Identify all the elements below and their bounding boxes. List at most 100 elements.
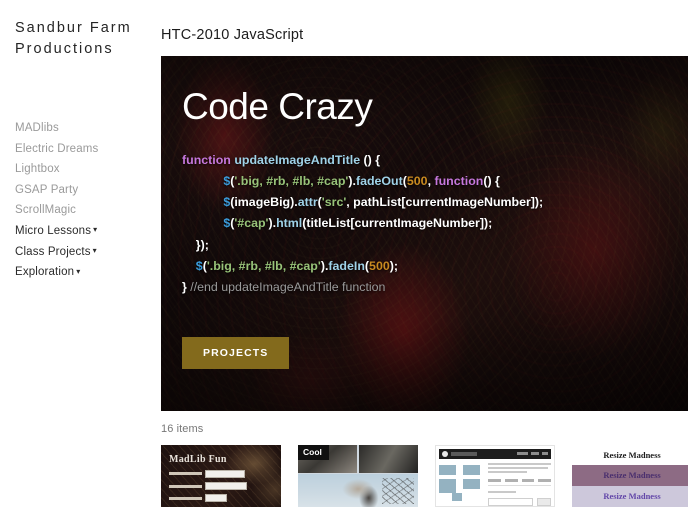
gallery-item-cool[interactable]: Cool: [298, 445, 418, 507]
code-token: fadeIn: [328, 259, 365, 273]
resize-row-3: Resize Madness: [572, 486, 688, 507]
page-title: HTC-2010 JavaScript: [161, 10, 688, 43]
sidebar-item-class-projects[interactable]: Class Projects▾: [15, 242, 155, 263]
code-line: } //end updateImageAndTitle function: [182, 280, 385, 294]
mockup-nav-link: [531, 452, 539, 455]
sidebar-item-gsap-party[interactable]: GSAP Party: [15, 180, 155, 201]
sidebar-item-label: Class Projects: [15, 246, 91, 258]
code-line: $(imageBig).attr('src', pathList[current…: [182, 195, 543, 209]
resize-row-1: Resize Madness: [572, 445, 688, 465]
mockup-submit-button: [537, 498, 551, 506]
gallery-item-madlib-fun[interactable]: MadLib Fun: [161, 445, 281, 507]
mockup-text-line: [488, 471, 527, 473]
code-token: '.big, #rb, #lb, #cap': [234, 174, 348, 188]
sidebar-item-electric-dreams[interactable]: Electric Dreams: [15, 139, 155, 160]
madlib-form-row: [169, 482, 254, 490]
code-line: $('.big, #rb, #lb, #cap').fadeIn(500);: [182, 259, 398, 273]
mockup-block: [439, 465, 456, 475]
mockup-image-grid: [439, 463, 483, 503]
projects-button[interactable]: PROJECTS: [182, 337, 289, 369]
sidebar-item-label: GSAP Party: [15, 184, 78, 196]
gallery-item-resize-madness[interactable]: Resize Madness Resize Madness Resize Mad…: [572, 445, 688, 507]
mockup-nav-link: [542, 452, 548, 455]
mockup-text-column: [488, 463, 551, 503]
sidebar-item-label: ScrollMagic: [15, 204, 76, 216]
items-count-label: 16 items: [161, 423, 688, 435]
madlib-title: MadLib Fun: [169, 454, 227, 465]
mockup-tab: [522, 479, 535, 482]
mockup-tab: [505, 479, 518, 482]
code-token: (titleList[currentImageNumber]);: [302, 216, 492, 230]
mockup-tab: [488, 479, 501, 482]
mockup-block: [463, 465, 480, 475]
sidebar-item-micro-lessons[interactable]: Micro Lessons▾: [15, 221, 155, 242]
code-token: () {: [483, 174, 500, 188]
code-token: function: [434, 174, 483, 188]
madlib-field-input: [205, 494, 227, 502]
sidebar-item-label: Micro Lessons: [15, 225, 91, 237]
cool-bird-shape: [339, 477, 387, 507]
mockup-tab-row: [488, 479, 551, 486]
sidebar-item-label: Lightbox: [15, 163, 60, 175]
resize-row-2: Resize Madness: [572, 465, 688, 486]
code-token: (imageBig).: [230, 195, 297, 209]
madlib-field-label: [169, 485, 202, 488]
hero-banner: Code Crazy function updateImageAndTitle …: [161, 56, 688, 411]
code-line: $('#cap').html(titleList[currentImageNum…: [182, 216, 492, 230]
site-title: Sandbur Farm Productions: [15, 18, 147, 60]
code-token: 'src': [322, 195, 347, 209]
gallery-item-site-mockup[interactable]: [435, 445, 555, 507]
madlib-field-label: [169, 497, 202, 500]
code-line: });: [182, 238, 209, 252]
madlib-field-input: [205, 470, 245, 478]
chevron-down-icon: ▾: [93, 226, 97, 234]
code-token: fadeOut: [356, 174, 403, 188]
code-token: 500: [369, 259, 390, 273]
hero-content: Code Crazy function updateImageAndTitle …: [161, 56, 688, 298]
code-token: '.big, #rb, #lb, #cap': [207, 259, 321, 273]
madlib-form-rows: [169, 470, 254, 507]
code-token: '#cap': [234, 216, 268, 230]
thumbnail-gallery: MadLib Fun Cool: [161, 445, 688, 507]
code-line: $('.big, #rb, #lb, #cap').fadeOut(500, f…: [182, 174, 500, 188]
hero-title: Code Crazy: [182, 86, 688, 128]
code-token: updateImageAndTitle: [234, 153, 360, 167]
code-token: attr: [298, 195, 318, 209]
mockup-footer-row: [488, 498, 551, 506]
cool-image-right: [359, 445, 418, 473]
sidebar-item-label: Electric Dreams: [15, 143, 98, 155]
sidebar-item-label: Exploration: [15, 266, 74, 278]
mockup-text-line: [488, 491, 516, 493]
madlib-field-label: [169, 472, 202, 475]
mockup-tab: [538, 479, 551, 482]
mockup-nav-links: [517, 452, 548, 455]
code-line: function updateImageAndTitle () {: [182, 153, 380, 167]
code-token: function: [182, 153, 231, 167]
sidebar-item-exploration[interactable]: Exploration▾: [15, 262, 155, 283]
page-root: Sandbur Farm Productions MADlibs Electric…: [0, 0, 688, 500]
mockup-header-bar: [439, 449, 551, 459]
sidebar-item-scrollmagic[interactable]: ScrollMagic: [15, 200, 155, 221]
code-token: //end updateImageAndTitle function: [190, 280, 385, 294]
madlib-form-row: [169, 470, 254, 478]
code-token: , pathList[currentImageNumber]);: [346, 195, 543, 209]
sidebar-item-madlibs[interactable]: MADlibs: [15, 118, 155, 139]
mockup-text-line: [488, 467, 548, 469]
code-token: () {: [360, 153, 380, 167]
sidebar-item-lightbox[interactable]: Lightbox: [15, 159, 155, 180]
sidebar-nav: MADlibs Electric Dreams Lightbox GSAP Party…: [15, 118, 155, 283]
madlib-field-input: [205, 482, 247, 490]
main-content: HTC-2010 JavaScript Code Crazy function …: [155, 0, 688, 500]
code-token: });: [196, 238, 209, 252]
cool-title-tag: Cool: [298, 445, 329, 461]
code-token: ).: [348, 174, 356, 188]
code-token: );: [390, 259, 398, 273]
mockup-body: [439, 463, 551, 503]
code-snippet: function updateImageAndTitle () { $('.bi…: [182, 150, 688, 298]
code-token: $: [196, 259, 203, 273]
sidebar-item-label: MADlibs: [15, 122, 59, 134]
mockup-block: [439, 479, 456, 493]
madlib-form-row: [169, 494, 254, 502]
mockup-logo-icon: [442, 451, 448, 457]
code-token: ).: [269, 216, 277, 230]
